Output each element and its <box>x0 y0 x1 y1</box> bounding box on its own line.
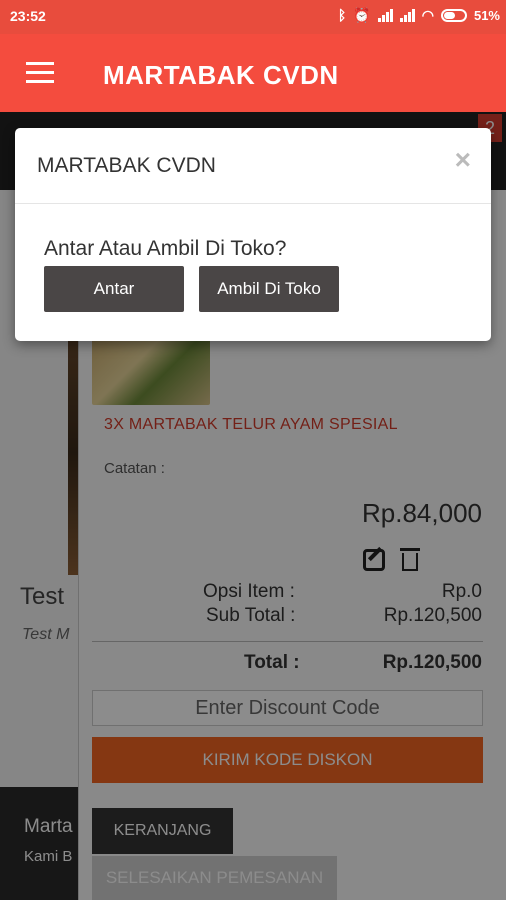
dialog-divider <box>15 203 491 204</box>
status-time: 23:52 <box>10 8 46 24</box>
dialog-title: MARTABAK CVDN <box>37 154 216 177</box>
app-bar: MARTABAK CVDN <box>0 34 506 112</box>
battery-icon <box>440 8 467 22</box>
bluetooth-icon: ᛒ <box>337 7 347 23</box>
hamburger-menu-icon[interactable] <box>26 62 54 84</box>
battery-percent: 51% <box>473 7 500 23</box>
pickup-button[interactable]: Ambil Di Toko <box>199 266 339 312</box>
delivery-button[interactable]: Antar <box>44 266 184 312</box>
close-icon[interactable]: × <box>455 146 471 174</box>
status-bar: 23:52 ᛒ ⏰ ◠ 51% <box>0 0 506 34</box>
dialog-question: Antar Atau Ambil Di Toko? <box>44 237 287 260</box>
status-icons: ᛒ ⏰ ◠ 51% <box>338 7 500 23</box>
signal-icon <box>377 8 393 22</box>
app-title: MARTABAK CVDN <box>103 60 339 90</box>
wifi-icon: ◠ <box>421 7 434 23</box>
signal-icon <box>399 8 415 22</box>
alarm-icon: ⏰ <box>353 7 371 23</box>
delivery-choice-dialog: MARTABAK CVDN × Antar Atau Ambil Di Toko… <box>15 128 491 341</box>
